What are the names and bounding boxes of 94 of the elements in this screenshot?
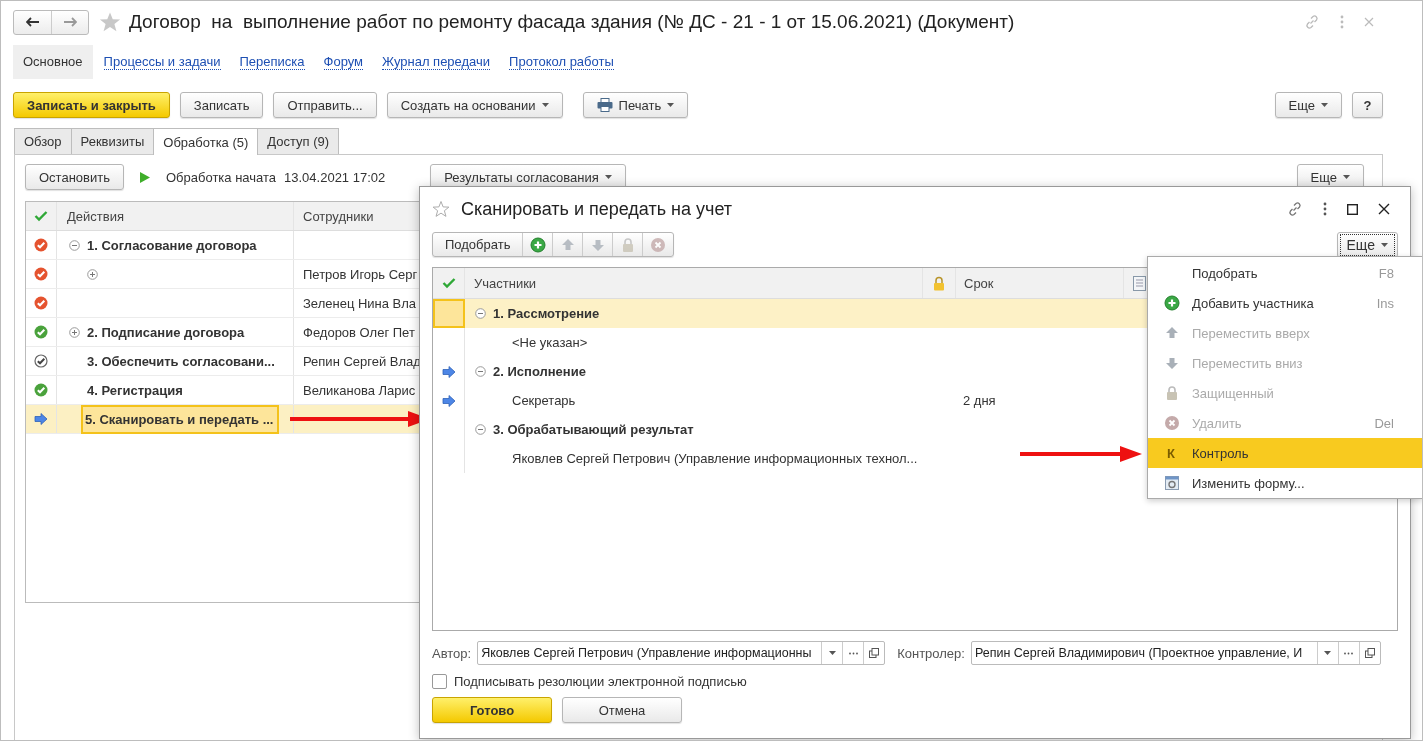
menu-item[interactable]: Подобрать F8 [1148, 258, 1422, 288]
lock-icon [1164, 385, 1180, 401]
employee-name: Великанова Ларис [303, 382, 416, 398]
save-close-button[interactable]: Записать и закрыть [13, 92, 170, 118]
column-header: Сотрудники [303, 208, 374, 224]
action-name: 5. Сканировать и передать ... [83, 406, 278, 432]
open-window-icon [1364, 648, 1375, 658]
cancel-button[interactable]: Отмена [562, 697, 682, 723]
participant-name: Секретарь [512, 393, 576, 408]
participant-name: 2. Исполнение [493, 364, 586, 379]
action-name: 2. Подписание договора [87, 324, 245, 340]
arrow-right-icon [63, 17, 77, 27]
field-label: Контролер: [897, 645, 965, 661]
start-time: 13.04.2021 17:02 [284, 169, 386, 185]
tab[interactable]: Обзор [14, 128, 72, 154]
play-icon [139, 171, 150, 183]
nav-link[interactable]: Журнал передачи [382, 54, 491, 70]
check-icon [441, 277, 456, 289]
collapse-icon[interactable] [475, 424, 486, 435]
employee-name: Петров Игорь Серг [303, 266, 418, 282]
checkbox[interactable] [432, 674, 447, 689]
open-window-icon [869, 648, 880, 658]
caret-icon [604, 175, 612, 179]
collapse-icon[interactable] [69, 239, 80, 251]
column-header: Действия [67, 208, 124, 224]
nav-link[interactable]: Переписка [239, 54, 305, 70]
caret-icon [1343, 175, 1350, 179]
dialog-title: Сканировать и передать на учет [461, 198, 733, 220]
link-icon[interactable] [1287, 201, 1303, 217]
window-title: Договор на выполнение работ по ремонту фасада здания (№ ДС - 21 - 1 от 15.06.2021) (Документ) [129, 11, 1015, 33]
employee-name: Федоров Олег Пет [303, 324, 415, 340]
status-text: Обработка начата [165, 169, 277, 185]
nav-link[interactable]: Протокол работы [509, 54, 614, 70]
star-icon[interactable] [99, 11, 121, 33]
arrow-up-icon [1164, 325, 1180, 341]
ellipsis-icon [848, 651, 858, 655]
more-button[interactable]: Еще [1274, 92, 1342, 118]
checkbox-label: Подписывать резолюции электронной подписью [454, 674, 747, 689]
arrow-down-icon [1164, 355, 1180, 371]
star-icon[interactable] [432, 200, 450, 218]
menu-item[interactable]: Изменить форму... [1148, 468, 1422, 498]
collapse-icon[interactable] [475, 308, 486, 319]
delete-icon [650, 236, 667, 253]
maximize-icon[interactable] [1347, 203, 1358, 215]
participant-name: Яковлев Сергей Петрович (Управление информационных технол... [512, 451, 918, 466]
action-name: 4. Регистрация [87, 382, 183, 398]
tab[interactable]: Реквизиты [70, 128, 155, 154]
author-field[interactable]: Яковлев Сергей Петрович (Управление информационны [477, 641, 886, 665]
caret-icon [1324, 651, 1332, 655]
employee-name: Зеленец Нина Вла [303, 295, 417, 311]
caret-icon [828, 651, 836, 655]
caret-icon [1321, 103, 1328, 107]
tab[interactable]: Доступ (9) [257, 128, 340, 154]
more-button[interactable]: Еще [1336, 231, 1398, 258]
column-header: Участники [474, 275, 537, 291]
nav-link[interactable]: Форум [323, 54, 364, 70]
controller-field[interactable]: Репин Сергей Владимирович (Проектное управление, И [970, 641, 1381, 665]
delete-icon [1164, 415, 1180, 431]
check-icon [34, 210, 48, 222]
print-button[interactable]: Печать [582, 92, 689, 118]
lock-icon [933, 275, 945, 291]
field-label: Автор: [432, 645, 472, 661]
nav-link[interactable]: Процессы и задачи [103, 54, 221, 70]
action-name: 1. Согласование договора [87, 237, 257, 253]
letter-icon: К [1167, 445, 1175, 461]
toolbar-button[interactable]: Отправить... [273, 92, 377, 118]
caret-icon [667, 103, 675, 107]
stop-button[interactable]: Остановить [25, 164, 124, 190]
close-icon[interactable] [1378, 203, 1390, 215]
printer-icon [596, 98, 613, 112]
help-button[interactable]: ? [1352, 92, 1383, 118]
tab[interactable]: Обработка (5) [153, 128, 259, 155]
form-settings-icon [1164, 475, 1180, 491]
plus-icon [529, 236, 546, 253]
nav-tab[interactable]: Основное [13, 45, 93, 79]
column-header: Срок [964, 275, 994, 291]
arrow-left-icon [25, 17, 40, 27]
participant-name: <Не указан> [512, 335, 588, 350]
action-name: 3. Обеспечить согласовани... [87, 353, 275, 369]
caret-icon [541, 103, 549, 107]
participant-name: 1. Рассмотрение [493, 306, 600, 321]
done-button[interactable]: Готово [432, 697, 552, 723]
expand-icon[interactable] [87, 268, 98, 280]
expand-icon[interactable] [69, 326, 80, 338]
collapse-icon[interactable] [475, 366, 486, 377]
ellipsis-icon [1344, 651, 1354, 655]
toolbar-button[interactable]: Записать [179, 92, 264, 118]
plus-icon [1164, 295, 1180, 311]
participant-name: 3. Обрабатывающий результат [493, 422, 694, 437]
more-icon[interactable] [1323, 202, 1327, 216]
caret-icon [1381, 242, 1388, 247]
dropdown-button[interactable]: Создать на основании [386, 92, 563, 118]
term-text: 2 дня [963, 393, 996, 408]
menu-item[interactable]: К Контроль [1148, 438, 1422, 468]
